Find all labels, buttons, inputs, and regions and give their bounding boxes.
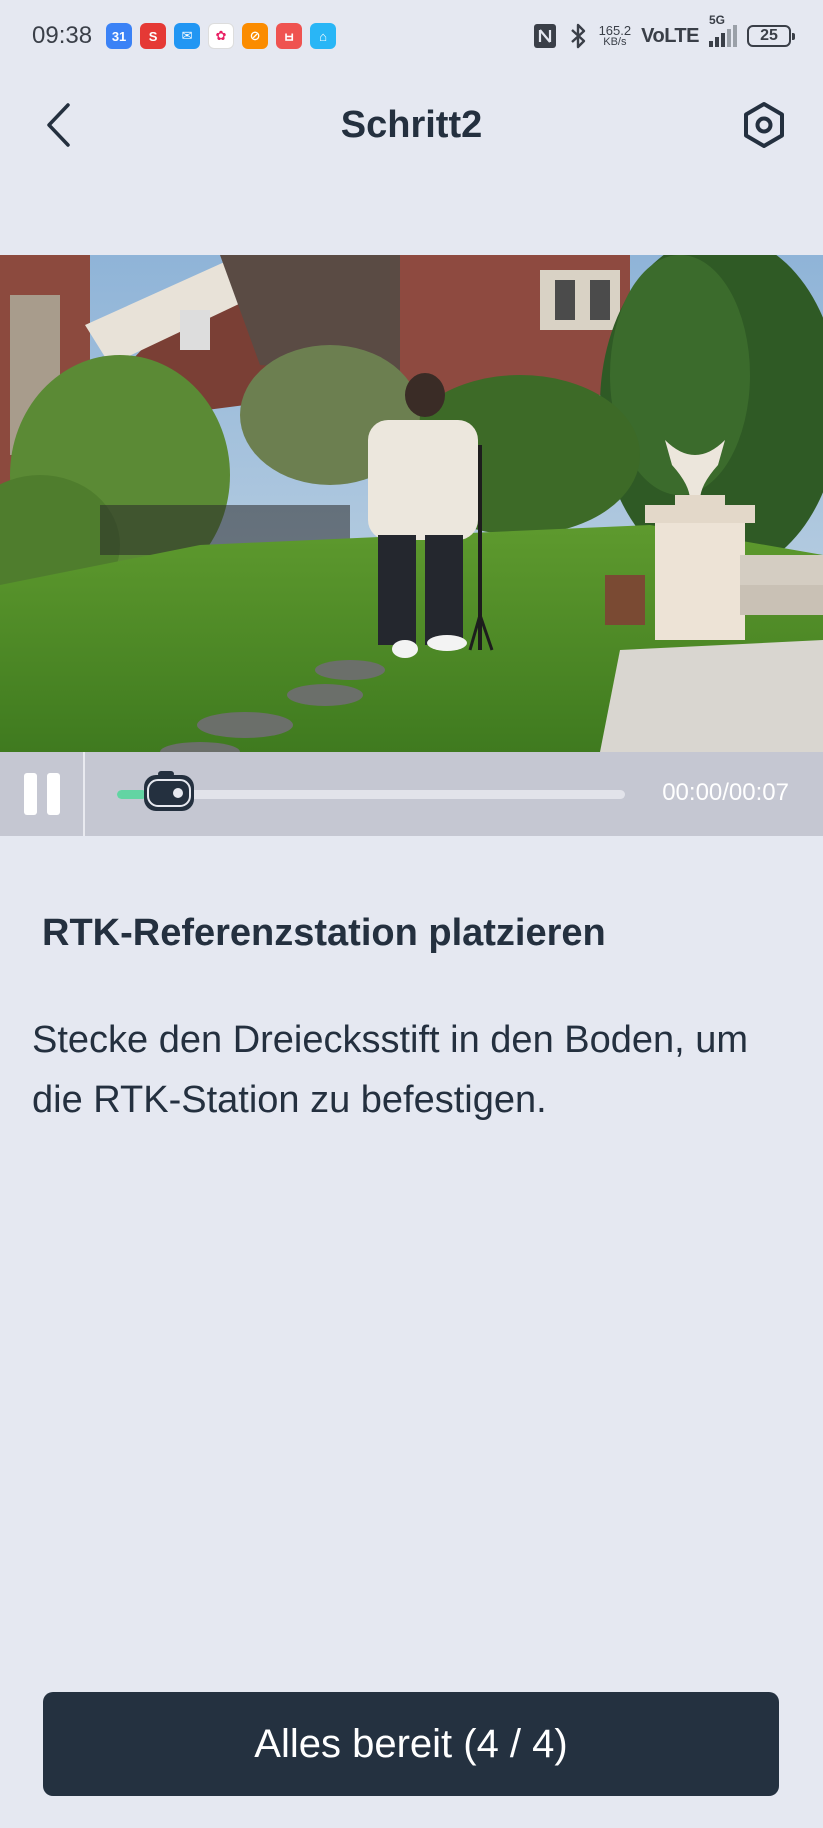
all-ready-button[interactable]: Alles bereit (4 / 4)	[43, 1692, 779, 1796]
s-app-icon: S	[140, 23, 167, 49]
video-controls: 00:00/00:07	[0, 752, 823, 836]
home-app-icon: ⌂	[310, 23, 337, 49]
progress-area: 00:00/00:07	[85, 752, 823, 836]
video-player[interactable]	[0, 255, 823, 752]
pause-icon	[23, 773, 37, 815]
status-right: 165.2 KB/s VoLTE 5G 25	[533, 13, 795, 49]
status-time: 09:38	[32, 22, 93, 49]
back-button[interactable]	[38, 102, 78, 148]
signal-icon: 5G	[709, 13, 737, 47]
progress-scrubber[interactable]	[142, 771, 196, 815]
mower-scrubber-icon	[144, 771, 194, 811]
nfc-icon	[533, 24, 556, 48]
calendar-app-icon: 31	[106, 23, 133, 49]
mail-app-icon: ✉	[174, 23, 201, 49]
settings-button[interactable]	[739, 100, 789, 150]
volte-label: VoLTE	[641, 24, 699, 47]
pause-icon-bar	[46, 773, 60, 815]
page-title: Schritt2	[340, 103, 483, 146]
network-gen: 5G	[709, 13, 726, 27]
network-speed: 165.2 KB/s	[599, 24, 632, 48]
chevron-left-icon	[47, 103, 70, 147]
video-time: 00:00/00:07	[662, 779, 789, 806]
photos-app-icon: ✿	[208, 23, 235, 49]
step-description: Stecke den Dreiecksstift in den Boden, u…	[32, 1019, 749, 1121]
battery-indicator: 25	[747, 25, 795, 47]
speed-unit: KB/s	[603, 36, 627, 48]
hexagon-settings-icon	[744, 102, 784, 148]
video-frame-image	[0, 255, 823, 752]
pause-button[interactable]	[0, 752, 85, 836]
status-bar: 09:38 31 S ✉ ✿ ⊘ ㅂ ⌂ 165.2 KB/s VoLTE 5G…	[0, 0, 823, 72]
red-app-icon: ㅂ	[276, 23, 303, 49]
orange-app-icon: ⊘	[242, 23, 269, 49]
step-title: RTK-Referenzstation platzieren	[42, 912, 606, 954]
bluetooth-icon	[570, 23, 585, 49]
status-left: 09:38 31 S ✉ ✿ ⊘ ㅂ ⌂	[32, 22, 337, 50]
header: Schritt2	[0, 80, 823, 170]
